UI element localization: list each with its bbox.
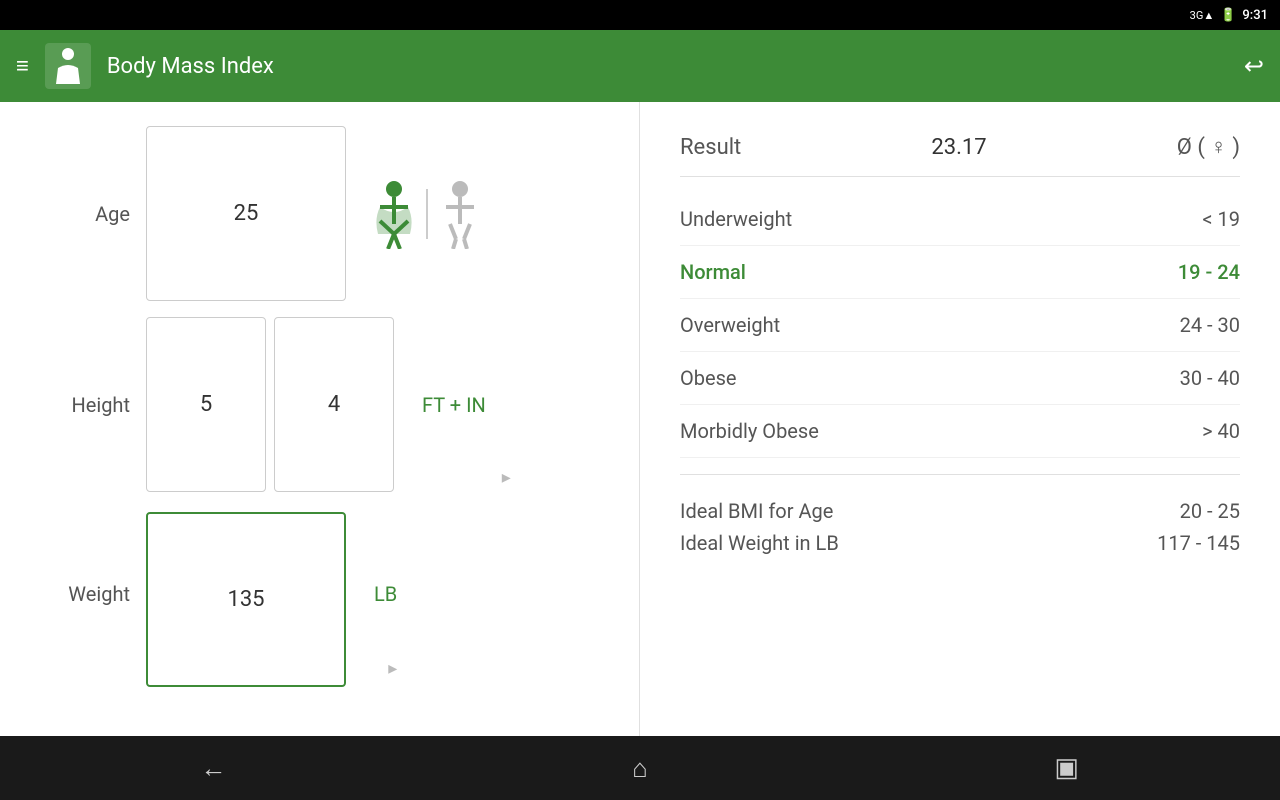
app-logo xyxy=(45,43,91,89)
bmi-range-value: 19 - 24 xyxy=(1178,260,1240,284)
weight-label: Weight xyxy=(30,582,130,606)
height-unit-label: FT + IN xyxy=(422,393,486,417)
ideal-weight-value: 117 - 145 xyxy=(1157,531,1240,555)
bmi-row: Underweight < 19 xyxy=(680,193,1240,246)
height-label: Height xyxy=(30,393,130,417)
scroll-indicator: ▸ xyxy=(502,467,511,488)
bmi-row: Obese 30 - 40 xyxy=(680,352,1240,405)
height-inputs: 5 4 xyxy=(146,317,394,492)
result-label: Result xyxy=(680,135,741,160)
age-input[interactable]: 25 xyxy=(146,126,346,301)
ideal-weight-row: Ideal Weight in LB 117 - 145 xyxy=(680,531,1240,555)
app-bar: ≡ Body Mass Index ↩ xyxy=(0,30,1280,102)
time-display: 9:31 xyxy=(1242,8,1268,23)
bmi-row: Normal 19 - 24 xyxy=(680,246,1240,299)
bmi-row: Overweight 24 - 30 xyxy=(680,299,1240,352)
male-icon[interactable] xyxy=(436,179,484,249)
back-nav-button[interactable]: ← xyxy=(173,746,253,790)
ideal-weight-label: Ideal Weight in LB xyxy=(680,531,839,555)
bmi-range-value: 30 - 40 xyxy=(1180,366,1240,390)
weight-unit-label: LB xyxy=(374,582,397,606)
bmi-category-name: Normal xyxy=(680,260,746,284)
ideal-section: Ideal BMI for Age 20 - 25 Ideal Weight i… xyxy=(680,499,1240,555)
bmi-category-name: Obese xyxy=(680,366,737,390)
age-row: Age 25 xyxy=(30,126,609,301)
status-bar: 3G▲ 🔋 9:31 xyxy=(0,0,1280,30)
app-title: Body Mass Index xyxy=(107,54,1228,79)
network-signal-icon: 3G▲ xyxy=(1190,9,1215,22)
bmi-range-value: < 19 xyxy=(1202,207,1240,231)
right-panel: Result 23.17 Ø ( ♀ ) Underweight < 19 No… xyxy=(640,102,1280,736)
weight-scroll-indicator: ▸ xyxy=(388,658,397,679)
ideal-bmi-value: 20 - 25 xyxy=(1180,499,1240,523)
back-icon[interactable]: ↩ xyxy=(1244,52,1264,80)
result-value: 23.17 xyxy=(931,135,986,160)
left-panel: Age 25 xyxy=(0,102,640,736)
result-row: Result 23.17 Ø ( ♀ ) xyxy=(680,122,1240,177)
ideal-bmi-label: Ideal BMI for Age xyxy=(680,499,833,523)
ideal-bmi-row: Ideal BMI for Age 20 - 25 xyxy=(680,499,1240,523)
bmi-range-value: > 40 xyxy=(1202,419,1240,443)
bmi-category-name: Underweight xyxy=(680,207,792,231)
result-gender: Ø ( ♀ ) xyxy=(1177,134,1240,160)
height-ft-input[interactable]: 5 xyxy=(146,317,266,492)
bmi-row: Morbidly Obese > 40 xyxy=(680,405,1240,458)
bmi-ideal-divider xyxy=(680,474,1240,475)
height-in-input[interactable]: 4 xyxy=(274,317,394,492)
bmi-table: Underweight < 19 Normal 19 - 24 Overweig… xyxy=(680,193,1240,458)
home-nav-button[interactable]: ⌂ xyxy=(600,746,680,790)
menu-icon[interactable]: ≡ xyxy=(16,53,29,79)
bmi-category-name: Morbidly Obese xyxy=(680,419,819,443)
weight-row: Weight 135 LB ▸ xyxy=(30,512,609,687)
gender-divider xyxy=(426,189,428,239)
bottom-nav: ← ⌂ ▣ xyxy=(0,736,1280,800)
weight-input[interactable]: 135 xyxy=(146,512,346,687)
battery-icon: 🔋 xyxy=(1220,8,1236,23)
female-icon[interactable] xyxy=(370,179,418,249)
gender-selector[interactable] xyxy=(370,179,484,249)
bmi-range-value: 24 - 30 xyxy=(1180,313,1240,337)
height-row: Height 5 4 FT + IN ▸ xyxy=(30,317,609,492)
recent-nav-button[interactable]: ▣ xyxy=(1027,746,1107,790)
main-content: Age 25 xyxy=(0,102,1280,736)
bmi-category-name: Overweight xyxy=(680,313,780,337)
age-label: Age xyxy=(30,202,130,226)
